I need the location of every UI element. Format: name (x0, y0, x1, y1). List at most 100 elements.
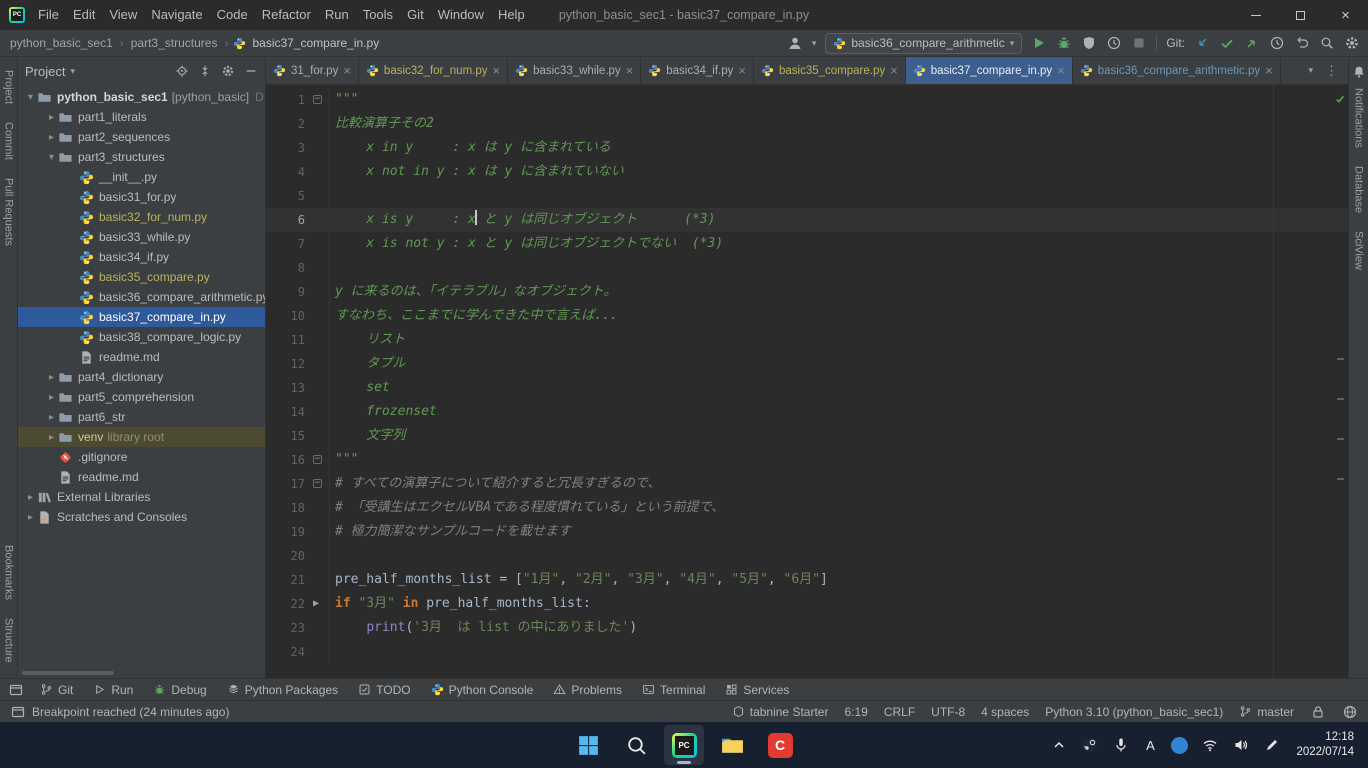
toolwindow-switcher-icon[interactable] (8, 682, 24, 698)
stripe-mark[interactable] (1337, 438, 1344, 440)
menu-code[interactable]: Code (210, 0, 255, 30)
tab-basic37-compare-in-py[interactable]: basic37_compare_in.py× (906, 57, 1073, 84)
tree-item-basic31-for-py[interactable]: basic31_for.py (18, 187, 265, 207)
menu-file[interactable]: File (31, 0, 66, 30)
python-interpreter[interactable]: Python 3.10 (python_basic_sec1) (1045, 705, 1223, 719)
gutter-line-7[interactable]: 7 (266, 232, 330, 256)
toolwindow-services[interactable]: Services (715, 679, 799, 700)
gutter-line-5[interactable]: 5 (266, 184, 330, 208)
gutter-line-13[interactable]: 13 (266, 376, 330, 400)
code-line-22[interactable]: 22▶if "3月" in pre_half_months_list: (266, 592, 1348, 616)
run-button[interactable] (1031, 35, 1047, 51)
tree-item-part3-structures[interactable]: ▾part3_structures (18, 147, 265, 167)
collapse-all-button[interactable] (198, 64, 212, 78)
stop-button[interactable] (1131, 35, 1147, 51)
editor[interactable]: 1−"""2比較演算子その23 x in y : x は y に含まれている4 … (266, 85, 1348, 678)
gutter-line-20[interactable]: 20 (266, 544, 330, 568)
code-line-15[interactable]: 15 文字列 (266, 424, 1348, 448)
steam-tray-icon[interactable] (1077, 729, 1103, 761)
code-line-21[interactable]: 21pre_half_months_list = ["1月", "2月", "3… (266, 568, 1348, 592)
toolwindow-git[interactable]: Git (30, 679, 83, 700)
toolwindow-python-console[interactable]: Python Console (421, 679, 544, 700)
tree-item-basic32-for-num-py[interactable]: basic32_for_num.py (18, 207, 265, 227)
microphone-tray-icon[interactable] (1108, 729, 1134, 761)
blue-app-tray-icon[interactable] (1166, 729, 1192, 761)
tree-item-part4-dictionary[interactable]: ▸part4_dictionary (18, 367, 265, 387)
code-line-14[interactable]: 14 frozenset (266, 400, 1348, 424)
close-tab-icon[interactable]: × (343, 64, 351, 77)
gutter-line-23[interactable]: 23 (266, 616, 330, 640)
gutter-line-18[interactable]: 18 (266, 496, 330, 520)
code-line-20[interactable]: 20 (266, 544, 1348, 568)
start-button[interactable] (568, 725, 608, 765)
chevron-collapsed-icon[interactable]: ▸ (45, 392, 58, 403)
minimize-button[interactable] (1233, 0, 1278, 30)
gutter-line-2[interactable]: 2 (266, 112, 330, 136)
caret-position[interactable]: 6:19 (844, 705, 867, 719)
chevron-down-icon[interactable]: ▾ (70, 66, 75, 77)
tree-item-python-basic-sec1[interactable]: ▾python_basic_sec1[python_basic]D:\... (18, 87, 265, 107)
tree-item-part2-sequences[interactable]: ▸part2_sequences (18, 127, 265, 147)
toolwindow-terminal[interactable]: Terminal (632, 679, 715, 700)
gutter-line-11[interactable]: 11 (266, 328, 330, 352)
tree-item-part1-literals[interactable]: ▸part1_literals (18, 107, 265, 127)
volume-icon[interactable] (1228, 729, 1254, 761)
close-tab-icon[interactable]: × (890, 64, 898, 77)
gutter-line-24[interactable]: 24 (266, 640, 330, 664)
close-button[interactable]: × (1323, 0, 1368, 30)
tool-stripe-sciview[interactable]: SciView (1353, 231, 1365, 270)
profiler-button[interactable] (1106, 35, 1122, 51)
run-configuration-select[interactable]: basic36_compare_arithmetic ▾ (825, 33, 1022, 54)
gutter-line-9[interactable]: 9 (266, 280, 330, 304)
chevron-collapsed-icon[interactable]: ▸ (24, 492, 37, 503)
toolwindow-problems[interactable]: Problems (543, 679, 632, 700)
wifi-icon[interactable] (1197, 729, 1223, 761)
code-line-18[interactable]: 18# 「受講生はエクセルVBAである程度慣れている」という前提で、 (266, 496, 1348, 520)
code-line-23[interactable]: 23 print('3月 は list の中にありました') (266, 616, 1348, 640)
gutter-line-15[interactable]: 15 (266, 424, 330, 448)
tool-stripe-commit[interactable]: Commit (3, 122, 15, 160)
close-tab-icon[interactable]: × (492, 64, 500, 77)
tool-stripe-structure[interactable]: Structure (3, 618, 15, 663)
user-icon[interactable] (787, 35, 803, 51)
toolwindow-debug[interactable]: Debug (143, 679, 216, 700)
history-button[interactable] (1269, 35, 1285, 51)
chevron-collapsed-icon[interactable]: ▸ (45, 372, 58, 383)
toolwindow-python-packages[interactable]: Python Packages (217, 679, 348, 700)
search-everywhere-button[interactable] (1319, 35, 1335, 51)
close-tab-icon[interactable]: × (1265, 64, 1273, 77)
chevron-expanded-icon[interactable]: ▾ (24, 92, 37, 103)
gutter-line-22[interactable]: 22▶ (266, 592, 330, 616)
code-line-11[interactable]: 11 リスト (266, 328, 1348, 352)
code-line-3[interactable]: 3 x in y : x は y に含まれている (266, 136, 1348, 160)
horizontal-scrollbar[interactable] (22, 671, 114, 675)
debug-button[interactable] (1056, 35, 1072, 51)
tab-basic36-compare-arithmetic-py[interactable]: basic36_compare_arithmetic.py× (1073, 57, 1281, 84)
fold-icon[interactable]: − (313, 455, 322, 464)
tree-item-basic38-compare-logic-py[interactable]: basic38_compare_logic.py (18, 327, 265, 347)
file-encoding[interactable]: UTF-8 (931, 705, 965, 719)
git-branch-widget[interactable]: master (1239, 705, 1294, 719)
menu-help[interactable]: Help (491, 0, 532, 30)
tree-item-basic36-compare-arithmetic-py[interactable]: basic36_compare_arithmetic.py (18, 287, 265, 307)
stripe-mark[interactable] (1337, 398, 1344, 400)
breadcrumb-item-part3-structures[interactable]: part3_structures (129, 36, 220, 50)
breadcrumb-item-python-basic-sec1[interactable]: python_basic_sec1 (8, 36, 115, 50)
code-line-12[interactable]: 12 タプル (266, 352, 1348, 376)
tool-stripe-project[interactable]: Project (3, 70, 15, 104)
code-line-17[interactable]: 17−# すべての演算子について紹介すると冗長すぎるので、 (266, 472, 1348, 496)
tab-options-icon[interactable]: ⋮ (1325, 63, 1338, 79)
tab-basic32-for-num-py[interactable]: basic32_for_num.py× (359, 57, 508, 84)
line-separator[interactable]: CRLF (884, 705, 915, 719)
chevron-collapsed-icon[interactable]: ▸ (45, 132, 58, 143)
tree-item-scratches-and-consoles[interactable]: ▸Scratches and Consoles (18, 507, 265, 527)
tree-item-readme-md[interactable]: readme.md (18, 347, 265, 367)
indent-style[interactable]: 4 spaces (981, 705, 1029, 719)
gutter-line-3[interactable]: 3 (266, 136, 330, 160)
menu-git[interactable]: Git (400, 0, 431, 30)
gutter-line-14[interactable]: 14 (266, 400, 330, 424)
inspections-ok-icon[interactable] (1334, 93, 1346, 105)
close-tab-icon[interactable]: × (738, 64, 746, 77)
coverage-button[interactable] (1081, 35, 1097, 51)
menu-tools[interactable]: Tools (356, 0, 400, 30)
